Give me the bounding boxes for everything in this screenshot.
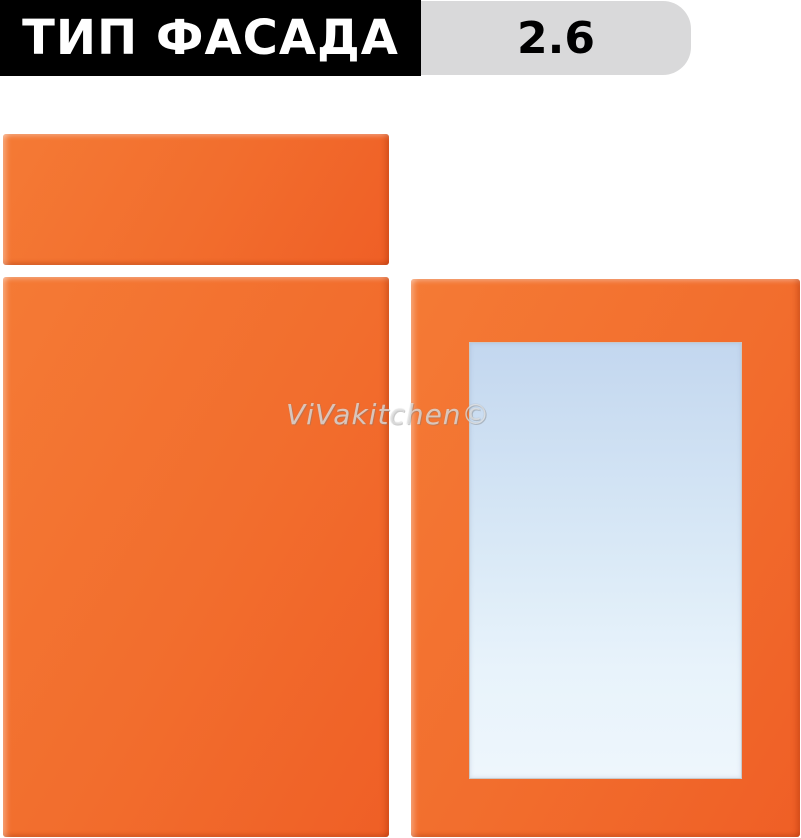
facade-type-number: 2.6 bbox=[517, 13, 595, 64]
drawer-front-panel bbox=[3, 134, 389, 265]
glass-frame-door-panel bbox=[411, 279, 800, 837]
glass-insert bbox=[469, 342, 742, 779]
solid-door-panel bbox=[3, 277, 389, 837]
watermark-text: ViVakitchen© bbox=[286, 398, 491, 431]
facade-type-label: ТИП ФАСАДА bbox=[0, 0, 421, 76]
